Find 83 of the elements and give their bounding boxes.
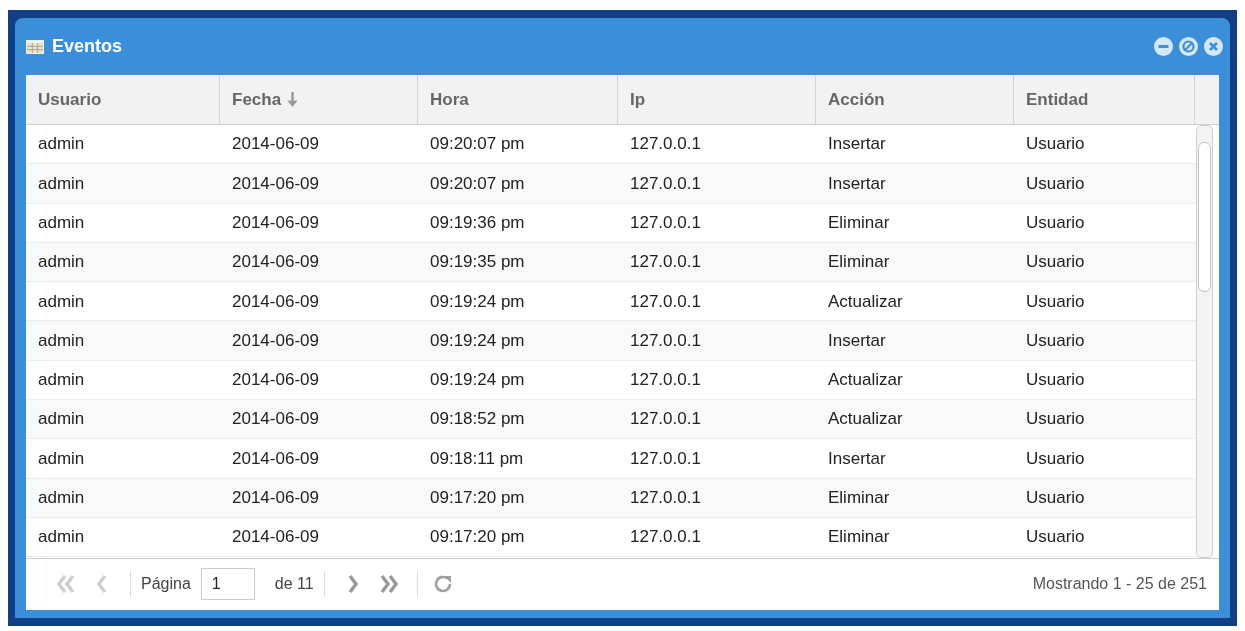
table-cell: 09:18:52 pm	[430, 409, 525, 429]
table-cell: admin	[38, 134, 85, 154]
table-cell: Insertar	[828, 448, 886, 468]
table-cell: 2014-06-09	[232, 291, 319, 311]
table-cell: 09:19:24 pm	[430, 370, 525, 390]
table-cell: 127.0.0.1	[630, 409, 701, 429]
table-cell: admin	[38, 291, 85, 311]
table-cell: 127.0.0.1	[630, 134, 701, 154]
table-cell: Usuario	[1026, 173, 1085, 193]
minimize-icon[interactable]	[1154, 37, 1173, 56]
table-cell: 2014-06-09	[232, 252, 319, 272]
table-cell: Usuario	[1026, 330, 1085, 350]
table-cell: Usuario	[1026, 252, 1085, 272]
table-cell: admin	[38, 527, 85, 547]
table-cell: 127.0.0.1	[630, 488, 701, 508]
table-icon	[26, 39, 44, 54]
table-cell: 09:19:35 pm	[430, 252, 525, 272]
table-cell: 127.0.0.1	[630, 213, 701, 232]
table-cell: 2014-06-09	[232, 173, 319, 193]
table-cell: 09:19:24 pm	[430, 330, 525, 350]
table-cell: Actualizar	[828, 409, 903, 429]
table-cell: Actualizar	[828, 370, 903, 390]
table-cell: admin	[38, 370, 85, 390]
table-cell: Usuario	[1026, 291, 1085, 311]
table-cell: Insertar	[828, 134, 886, 154]
table-cell: 09:17:20 pm	[430, 488, 525, 508]
column-header[interactable]: Hora	[430, 86, 469, 113]
table-cell: admin	[38, 448, 85, 468]
table-cell: admin	[38, 488, 85, 508]
table-cell: admin	[38, 330, 85, 350]
page-field[interactable]: 1	[200, 567, 255, 600]
table-cell: 09:20:07 pm	[430, 173, 525, 193]
page-count: de 11	[274, 573, 314, 594]
table-cell: Usuario	[1026, 488, 1085, 508]
table-cell: Usuario	[1026, 448, 1085, 468]
table-cell: 09:18:11 pm	[430, 448, 524, 468]
table-cell: Insertar	[828, 173, 886, 193]
table-cell: Actualizar	[828, 291, 903, 311]
table-cell: 2014-06-09	[232, 134, 319, 154]
page-label: Página	[141, 573, 191, 594]
table-cell: 2014-06-09	[232, 448, 319, 468]
scrollbar[interactable]	[1196, 125, 1213, 558]
column-header[interactable]: Ip	[630, 86, 646, 113]
table-cell: 127.0.0.1	[630, 173, 701, 193]
column-header[interactable]: Fecha	[232, 86, 282, 113]
table-cell: 127.0.0.1	[630, 291, 701, 311]
table-cell: 09:19:36 pm	[430, 213, 525, 232]
table-cell: 09:19:24 pm	[430, 291, 525, 311]
table-cell: 127.0.0.1	[630, 252, 701, 272]
table-cell: 127.0.0.1	[630, 448, 701, 468]
table-cell: admin	[38, 173, 85, 193]
column-header[interactable]: Usuario	[38, 86, 102, 113]
table-cell: 09:20:07 pm	[430, 134, 525, 154]
table-cell: Usuario	[1026, 213, 1085, 232]
table-cell: 2014-06-09	[232, 409, 319, 429]
table-cell: Eliminar	[828, 488, 890, 508]
table-cell: Usuario	[1026, 527, 1085, 547]
table-cell: 127.0.0.1	[630, 370, 701, 390]
table-cell: Usuario	[1026, 409, 1085, 429]
table-cell: admin	[38, 409, 85, 429]
scrollbar-thumb[interactable]	[1198, 141, 1211, 292]
table-cell: admin	[38, 213, 85, 232]
table-cell: Eliminar	[828, 252, 890, 272]
results-summary: Mostrando 1 - 25 de 251	[1032, 573, 1207, 594]
window-title: Eventos	[52, 35, 123, 58]
table-cell: Usuario	[1026, 370, 1085, 390]
close-icon[interactable]	[1204, 37, 1223, 56]
no-entry-icon[interactable]	[1179, 37, 1198, 56]
table-cell: 127.0.0.1	[630, 330, 701, 350]
table-cell: 2014-06-09	[232, 213, 319, 232]
table-cell: admin	[38, 252, 85, 272]
table-cell: Usuario	[1026, 134, 1085, 154]
table-cell: Eliminar	[828, 213, 890, 232]
column-header[interactable]: Entidad	[1026, 86, 1089, 113]
table-cell: 2014-06-09	[232, 527, 319, 547]
table-cell: Insertar	[828, 330, 886, 350]
column-header[interactable]: Acción	[828, 86, 885, 113]
table-cell: 127.0.0.1	[630, 527, 701, 547]
table-cell: 2014-06-09	[232, 330, 319, 350]
table-cell: 2014-06-09	[232, 370, 319, 390]
table-cell: Eliminar	[828, 527, 890, 547]
table-cell: 2014-06-09	[232, 488, 319, 508]
table-cell: 09:17:20 pm	[430, 527, 525, 547]
